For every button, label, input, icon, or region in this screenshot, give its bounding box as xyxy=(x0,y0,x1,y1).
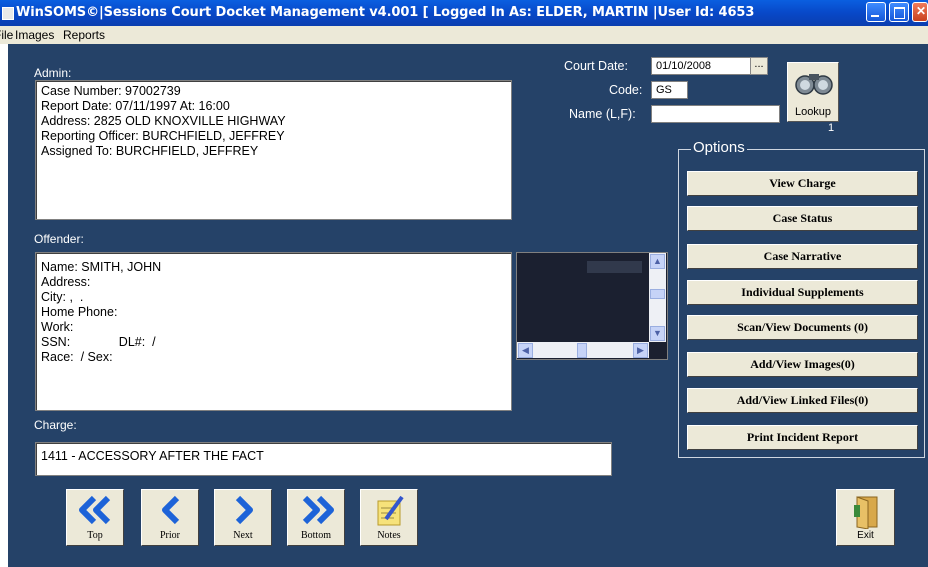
offender-textbox[interactable]: Name: SMITH, JOHN Address: City: , . Hom… xyxy=(35,252,512,411)
close-button[interactable] xyxy=(912,2,928,22)
court-date-input[interactable]: 01/10/2008 xyxy=(651,57,751,75)
court-date-label: Court Date: xyxy=(564,59,628,73)
charge-value: 1411 - ACCESSORY AFTER THE FACT xyxy=(41,449,264,463)
scan-view-documents-button[interactable]: Scan/View Documents (0) xyxy=(687,315,918,340)
prior-button[interactable]: Prior xyxy=(141,489,199,546)
menu-bar: File Images Reports xyxy=(0,26,928,44)
exit-door-icon xyxy=(854,496,878,529)
offender-city: City: , . xyxy=(41,290,84,304)
charge-textbox[interactable]: 1411 - ACCESSORY AFTER THE FACT xyxy=(35,442,612,476)
double-chevron-right-icon xyxy=(302,495,334,525)
lookup-label: Lookup xyxy=(794,106,832,118)
notes-icon xyxy=(377,495,404,526)
exit-button[interactable]: Exit xyxy=(836,489,895,546)
scroll-right-icon[interactable]: ▶ xyxy=(633,343,648,358)
lookup-count: 1 xyxy=(828,122,835,134)
next-button[interactable]: Next xyxy=(214,489,272,546)
date-picker-button[interactable]: ... xyxy=(750,57,768,75)
app-icon xyxy=(2,7,14,20)
add-view-images-button[interactable]: Add/View Images(0) xyxy=(687,352,918,377)
chevron-left-icon xyxy=(162,495,180,525)
admin-textbox[interactable]: Case Number: 97002739 Report Date: 07/11… xyxy=(35,80,512,220)
maximize-button[interactable] xyxy=(889,2,909,22)
scroll-down-icon[interactable]: ▼ xyxy=(650,326,665,341)
code-label: Code: xyxy=(609,83,643,97)
minimize-button[interactable] xyxy=(866,2,886,22)
window-title: WinSOMS©|Sessions Court Docket Managemen… xyxy=(16,5,755,20)
notes-button[interactable]: Notes xyxy=(360,489,418,546)
individual-supplements-button[interactable]: Individual Supplements xyxy=(687,280,918,305)
double-chevron-left-icon xyxy=(79,495,111,525)
case-number: Case Number: 97002739 xyxy=(41,84,181,98)
offender-home-phone: Home Phone: xyxy=(41,305,118,319)
offender-photo-viewer[interactable]: ▲ ▼ ◀ ▶ xyxy=(516,252,668,360)
bottom-label: Bottom xyxy=(300,530,331,541)
name-input[interactable] xyxy=(651,105,780,123)
options-title: Options xyxy=(691,139,747,156)
code-input[interactable]: GS xyxy=(651,81,688,99)
lookup-button[interactable]: Lookup xyxy=(787,62,839,122)
add-view-linked-files-button[interactable]: Add/View Linked Files(0) xyxy=(687,388,918,413)
offender-name: Name: SMITH, JOHN xyxy=(41,260,162,274)
exit-label: Exit xyxy=(857,530,874,541)
offender-race-sex: Race: / Sex: xyxy=(41,350,113,364)
offender-ssn-dl: SSN: DL#: / xyxy=(41,335,156,349)
view-charge-button[interactable]: View Charge xyxy=(687,171,918,196)
assigned-to: Assigned To: BURCHFIELD, JEFFREY xyxy=(41,144,259,158)
print-incident-report-button[interactable]: Print Incident Report xyxy=(687,425,918,450)
horizontal-scrollbar[interactable]: ◀ ▶ xyxy=(517,342,649,358)
scroll-up-icon[interactable]: ▲ xyxy=(650,254,665,269)
chevron-right-icon xyxy=(235,495,253,525)
offender-work: Work: xyxy=(41,320,74,334)
prior-label: Prior xyxy=(160,530,180,541)
charge-label: Charge: xyxy=(34,418,77,432)
vertical-scrollbar[interactable]: ▲ ▼ xyxy=(649,253,666,342)
reporting-officer: Reporting Officer: BURCHFIELD, JEFFREY xyxy=(41,129,285,143)
case-status-button[interactable]: Case Status xyxy=(687,206,918,231)
binoculars-icon xyxy=(795,74,833,95)
menu-file[interactable]: File xyxy=(0,28,13,42)
name-label: Name (L,F): xyxy=(569,107,636,121)
offender-label: Offender: xyxy=(34,232,84,246)
photo-highlight xyxy=(587,261,642,273)
report-date: Report Date: 07/11/1997 At: 16:00 xyxy=(41,99,230,113)
title-bar: WinSOMS©|Sessions Court Docket Managemen… xyxy=(0,0,928,26)
menu-images[interactable]: Images xyxy=(15,28,54,42)
scroll-left-icon[interactable]: ◀ xyxy=(518,343,533,358)
top-label: Top xyxy=(87,530,103,541)
next-label: Next xyxy=(233,530,253,541)
bottom-button[interactable]: Bottom xyxy=(287,489,345,546)
notes-label: Notes xyxy=(377,530,401,541)
admin-label: Admin: xyxy=(34,66,72,80)
scroll-thumb-v[interactable] xyxy=(650,289,665,299)
scroll-thumb-h[interactable] xyxy=(577,343,587,358)
menu-reports[interactable]: Reports xyxy=(63,28,105,42)
address: Address: 2825 OLD KNOXVILLE HIGHWAY xyxy=(41,114,286,128)
offender-address: Address: xyxy=(41,275,91,289)
case-narrative-button[interactable]: Case Narrative xyxy=(687,244,918,269)
top-button[interactable]: Top xyxy=(66,489,124,546)
